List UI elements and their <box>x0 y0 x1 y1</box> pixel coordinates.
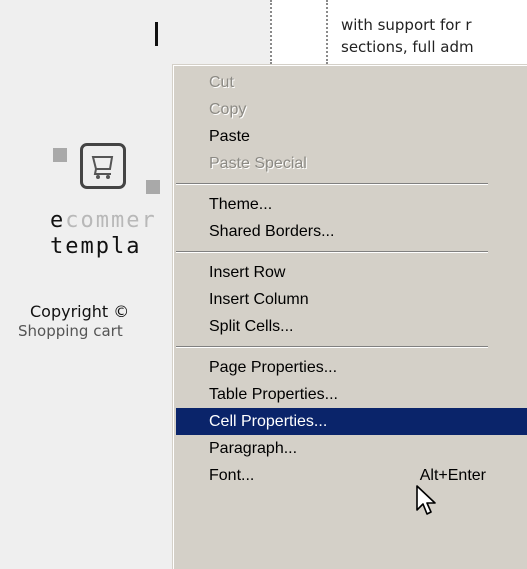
menu-item-split-cells[interactable]: Split Cells... <box>176 313 527 340</box>
menu-item-cell-properties[interactable]: Cell Properties... <box>176 408 527 435</box>
menu-item-paste-special[interactable]: Paste Special <box>176 150 527 177</box>
logo-text-line2: templa <box>50 234 142 259</box>
table-cell-border <box>326 0 328 64</box>
menu-item-paste[interactable]: Paste <box>176 123 527 150</box>
menu-item-font[interactable]: Font... Alt+Enter <box>176 462 527 489</box>
text-cursor-icon <box>155 22 158 46</box>
mouse-pointer-icon <box>416 485 436 515</box>
page-text-line: sections, full adm <box>341 38 474 56</box>
logo-square <box>53 148 67 162</box>
menu-item-insert-column[interactable]: Insert Column <box>176 286 527 313</box>
menu-item-label: Font... <box>209 467 255 484</box>
logo-square <box>146 180 160 194</box>
menu-item-shared-borders[interactable]: Shared Borders... <box>176 218 527 245</box>
menu-item-table-properties[interactable]: Table Properties... <box>176 381 527 408</box>
page-text-line: with support for r <box>341 16 472 34</box>
table-cell-border <box>270 0 272 64</box>
menu-item-paragraph[interactable]: Paragraph... <box>176 435 527 462</box>
menu-separator <box>176 177 527 191</box>
shopping-cart-icon <box>80 143 126 189</box>
menu-item-cut[interactable]: Cut <box>176 69 527 96</box>
menu-item-copy[interactable]: Copy <box>176 96 527 123</box>
logo-text-line1: ecommer <box>50 208 157 233</box>
shopping-cart-link[interactable]: Shopping cart <box>18 322 123 340</box>
menu-item-insert-row[interactable]: Insert Row <box>176 259 527 286</box>
context-menu: Cut Copy Paste Paste Special Theme... Sh… <box>172 64 527 569</box>
menu-item-theme[interactable]: Theme... <box>176 191 527 218</box>
menu-separator <box>176 340 527 354</box>
menu-item-page-properties[interactable]: Page Properties... <box>176 354 527 381</box>
menu-separator <box>176 245 527 259</box>
copyright-text: Copyright © <box>30 302 130 321</box>
